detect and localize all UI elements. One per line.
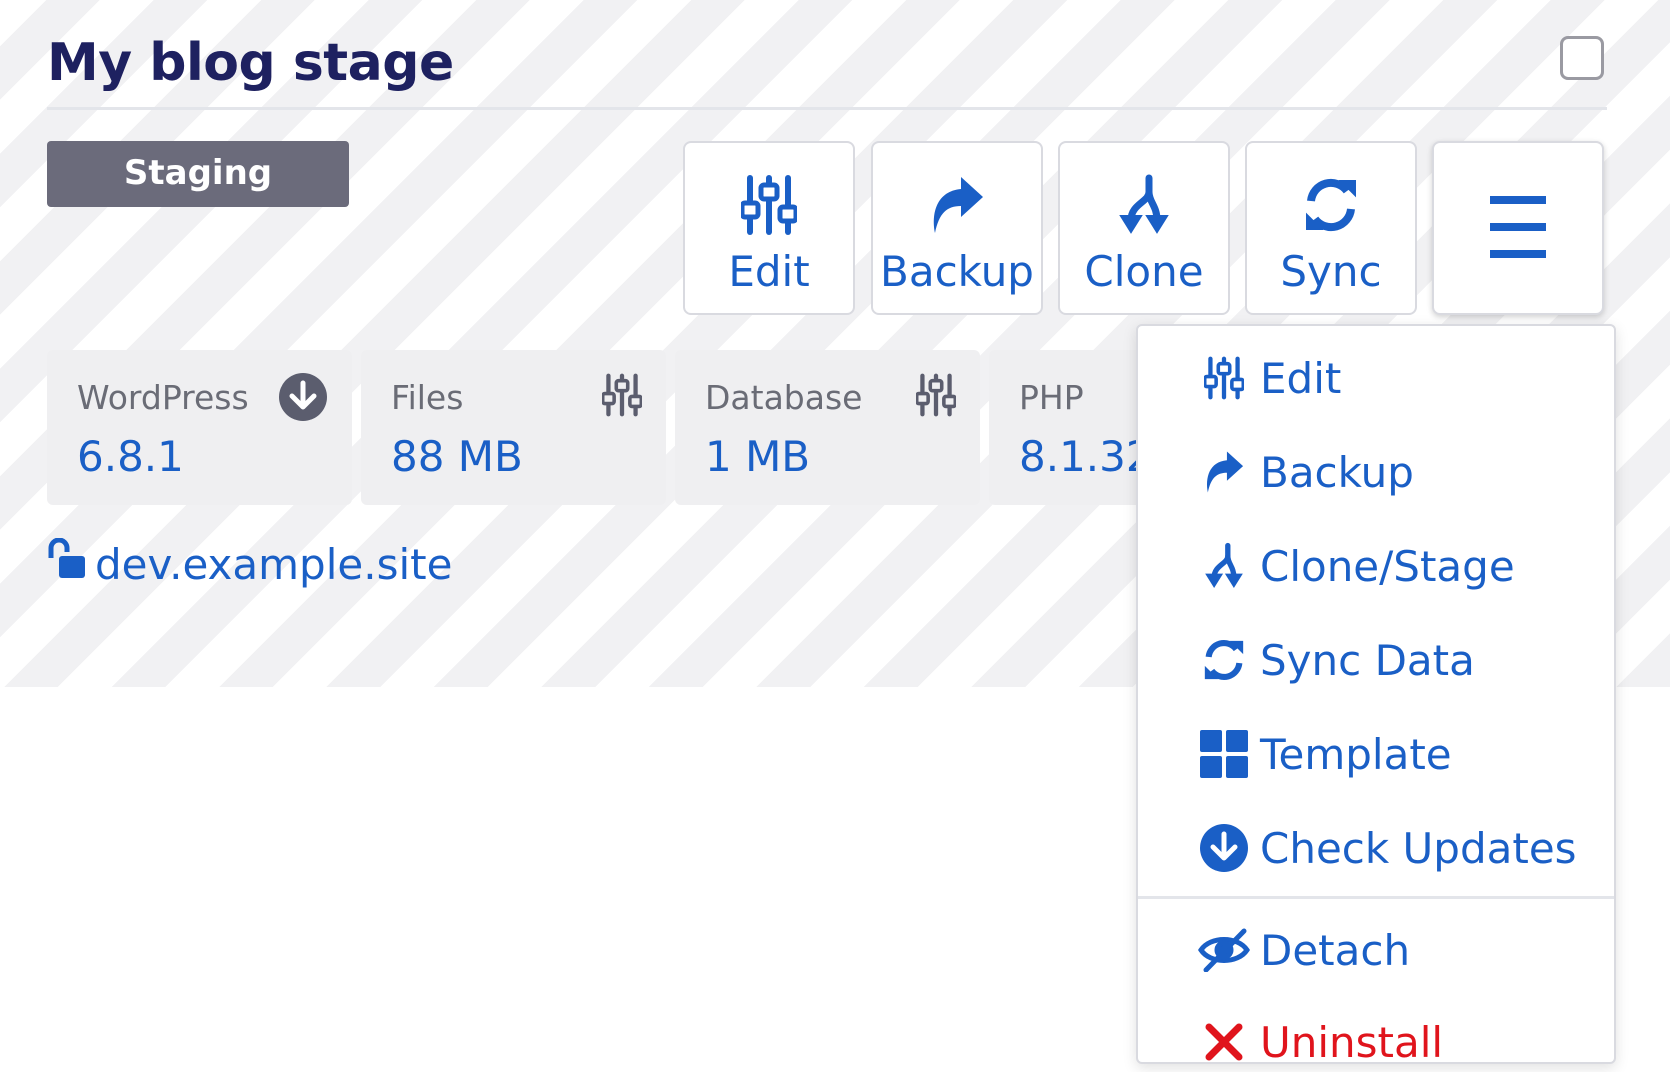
fork-icon [1198, 540, 1250, 592]
share-arrow-icon [873, 171, 1041, 239]
menu-item-label: Edit [1260, 353, 1342, 403]
site-url-text: dev.example.site [95, 539, 453, 589]
backup-button-label: Backup [880, 247, 1034, 296]
stat-database: Database 1 MB [675, 350, 980, 505]
stat-label: Database [705, 378, 863, 417]
clone-button[interactable]: Clone [1058, 141, 1230, 315]
menu-item-label: Detach [1260, 925, 1411, 975]
unlock-icon [47, 537, 87, 590]
clone-button-label: Clone [1084, 247, 1204, 296]
sync-button[interactable]: Sync [1245, 141, 1417, 315]
close-icon [1198, 1016, 1250, 1068]
menu-item-label: Uninstall [1260, 1017, 1444, 1067]
backup-button[interactable]: Backup [871, 141, 1043, 315]
menu-item-label: Sync Data [1260, 635, 1475, 685]
stat-label: PHP [1019, 378, 1084, 417]
more-menu-button[interactable] [1432, 141, 1604, 315]
edit-button-label: Edit [728, 247, 810, 296]
menu-item-detach[interactable]: Detach [1198, 920, 1410, 980]
menu-item-uninstall[interactable]: Uninstall [1198, 1012, 1443, 1072]
sliders-icon[interactable] [600, 372, 644, 422]
stat-label: Files [391, 378, 464, 417]
sliders-icon [685, 171, 853, 239]
environment-badge: Staging [47, 141, 349, 207]
stat-value: 8.1.32 [1019, 432, 1153, 481]
sync-button-label: Sync [1280, 247, 1382, 296]
share-arrow-icon [1198, 446, 1250, 498]
sliders-icon [1198, 352, 1250, 404]
actions-dropdown-menu: Edit Backup Clone/Stage Sync Data Templa… [1136, 324, 1616, 1067]
download-circle-icon [1198, 822, 1250, 874]
menu-item-label: Check Updates [1260, 823, 1577, 873]
menu-item-label: Backup [1260, 447, 1414, 497]
stat-wordpress: WordPress 6.8.1 [47, 350, 352, 505]
sync-icon [1198, 634, 1250, 686]
sync-icon [1247, 171, 1415, 239]
menu-divider [1138, 896, 1614, 899]
page-title: My blog stage [47, 33, 454, 93]
menu-item-label: Template [1260, 729, 1452, 779]
menu-item-edit[interactable]: Edit [1198, 348, 1341, 408]
hamburger-icon [1434, 193, 1602, 261]
sliders-icon[interactable] [914, 372, 958, 422]
menu-item-label: Clone/Stage [1260, 541, 1515, 591]
menu-item-sync-data[interactable]: Sync Data [1198, 630, 1475, 690]
select-checkbox[interactable] [1560, 36, 1604, 80]
menu-item-backup[interactable]: Backup [1198, 442, 1414, 502]
fork-icon [1060, 171, 1228, 239]
menu-item-template[interactable]: Template [1198, 724, 1452, 784]
stat-label: WordPress [77, 378, 249, 417]
stat-value: 88 MB [391, 432, 523, 481]
download-circle-icon[interactable] [278, 372, 328, 426]
menu-item-check-updates[interactable]: Check Updates [1198, 818, 1577, 878]
grid-icon [1198, 728, 1250, 780]
menu-item-clone-stage[interactable]: Clone/Stage [1198, 536, 1515, 596]
edit-button[interactable]: Edit [683, 141, 855, 315]
site-url-link[interactable]: dev.example.site [47, 537, 453, 590]
stat-value: 1 MB [705, 432, 811, 481]
stat-files: Files 88 MB [361, 350, 666, 505]
eye-slash-icon [1198, 924, 1250, 976]
stat-value: 6.8.1 [77, 432, 184, 481]
title-divider [47, 107, 1607, 110]
